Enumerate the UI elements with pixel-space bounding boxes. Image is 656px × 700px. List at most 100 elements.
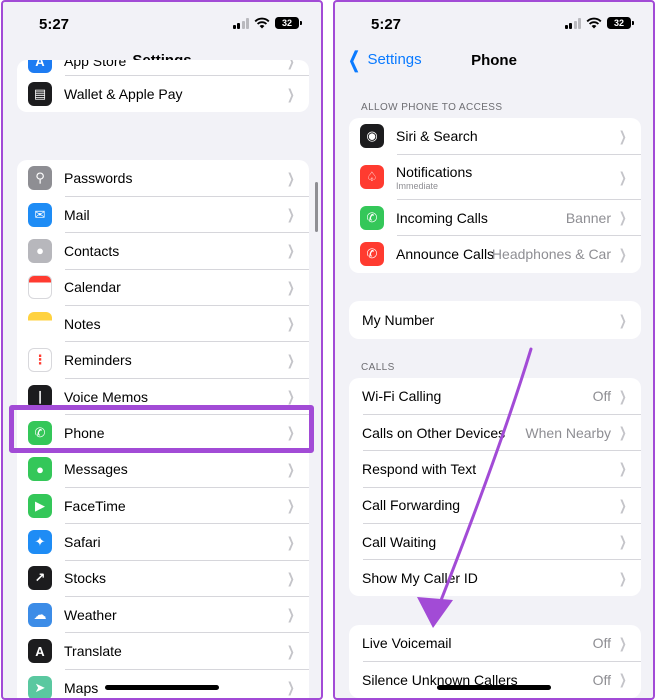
status-icons: 32 xyxy=(564,17,634,29)
settings-row-weather-text: Weather xyxy=(64,606,117,623)
phone-row-siri-search[interactable]: ◉ Siri & Search ❯ xyxy=(349,118,641,155)
settings-row-contacts-text: Contacts xyxy=(64,242,120,259)
phone-row-notifications[interactable]: ♤ Notifications Immediate ❯ xyxy=(349,155,641,200)
settings-row-passwords[interactable]: ⚲ Passwords ❯ xyxy=(17,160,309,197)
settings-row-contacts[interactable]: ● Contacts ❯ xyxy=(17,233,309,270)
phone-row-respond-with-text[interactable]: Respond with Text ❯ xyxy=(349,451,641,488)
settings-row-weather[interactable]: ☁ Weather ❯ xyxy=(17,597,309,634)
phone-row-respond-with-text-text: Respond with Text xyxy=(362,460,477,477)
chevron-right-icon: ❯ xyxy=(287,497,295,514)
chevron-right-icon: ❯ xyxy=(287,569,295,586)
phone-row-call-forwarding-label: Call Forwarding xyxy=(362,497,460,513)
settings-row-app-store-label: App Store xyxy=(64,60,126,69)
settings-row-notes-text: Notes xyxy=(64,315,101,332)
phone-row-announce-calls-label: Announce Calls xyxy=(396,246,494,262)
incoming-calls-icon: ✆ xyxy=(360,205,384,230)
home-indicator[interactable] xyxy=(105,685,219,690)
phone-row-call-waiting[interactable]: Call Waiting ❯ xyxy=(349,524,641,561)
phone-row-incoming-calls-label: Incoming Calls xyxy=(396,210,488,226)
chevron-right-icon: ❯ xyxy=(619,424,627,441)
chevron-right-icon: ❯ xyxy=(287,315,295,332)
section-header-calls: CALLS xyxy=(361,362,395,373)
battery-icon: 32 xyxy=(275,17,302,29)
chevron-right-icon: ❯ xyxy=(619,634,627,651)
phone-row-call-waiting-text: Call Waiting xyxy=(362,533,437,550)
settings-row-wallet-apple-pay[interactable]: ▤ Wallet & Apple Pay ❯ xyxy=(17,76,309,112)
siri-icon: ◉ xyxy=(360,124,384,149)
phone-row-my-number[interactable]: My Number ❯ xyxy=(349,301,641,339)
phone-row-calls-on-other-devices-label: Calls on Other Devices xyxy=(362,425,505,441)
settings-row-voice-memos-text: Voice Memos xyxy=(64,388,149,405)
scrollbar[interactable] xyxy=(315,182,318,232)
phone-row-show-my-caller-id[interactable]: Show My Caller ID ❯ xyxy=(349,560,641,596)
phone-row-incoming-calls-value: Banner xyxy=(565,209,611,226)
settings-row-reminders[interactable]: ⋮ Reminders ❯ xyxy=(17,342,309,379)
chevron-right-icon: ❯ xyxy=(619,209,627,226)
phone-row-call-waiting-label: Call Waiting xyxy=(362,534,436,550)
phone-row-call-forwarding-text: Call Forwarding xyxy=(362,497,461,514)
key-icon: ⚲ xyxy=(28,166,52,191)
phone-row-announce-calls-text: Announce Calls xyxy=(396,246,495,263)
phone-settings-screen: 5:27 32 ❮ Settings Phone ALLOW PHONE TO … xyxy=(333,0,655,700)
phone-row-siri-search-text: Siri & Search xyxy=(396,128,478,145)
stocks-icon: ↗ xyxy=(28,566,52,591)
phone-row-silence-unknown-callers[interactable]: Silence Unknown Callers Off ❯ xyxy=(349,662,641,699)
settings-row-wallet-apple-pay-text: Wallet & Apple Pay xyxy=(64,86,183,102)
mail-icon: ✉ xyxy=(28,202,52,227)
chevron-right-icon: ❯ xyxy=(287,169,295,186)
chevron-right-icon: ❯ xyxy=(619,671,627,688)
chevron-right-icon: ❯ xyxy=(287,642,295,659)
settings-row-stocks[interactable]: ↗ Stocks ❯ xyxy=(17,560,309,598)
settings-row-messages[interactable]: ● Messages ❯ xyxy=(17,451,309,488)
chevron-right-icon: ❯ xyxy=(619,460,627,477)
settings-row-safari-text: Safari xyxy=(64,534,101,551)
status-bar: 5:27 32 xyxy=(3,2,321,46)
settings-row-safari[interactable]: ✦ Safari ❯ xyxy=(17,524,309,561)
settings-row-voice-memos-label: Voice Memos xyxy=(64,389,148,405)
chevron-right-icon: ❯ xyxy=(287,533,295,550)
phone-row-calls-on-other-devices[interactable]: Calls on Other Devices When Nearby ❯ xyxy=(349,414,641,452)
phone-row-show-my-caller-id-label: Show My Caller ID xyxy=(362,570,478,586)
settings-row-translate[interactable]: A Translate ❯ xyxy=(17,633,309,670)
app-store-icon: A xyxy=(28,60,52,73)
settings-row-maps-label: Maps xyxy=(64,680,98,696)
settings-row-passwords-text: Passwords xyxy=(64,170,133,187)
settings-row-passwords-label: Passwords xyxy=(64,170,132,186)
settings-row-messages-text: Messages xyxy=(64,461,128,478)
settings-row-calendar-text: Calendar xyxy=(64,279,121,296)
settings-row-calendar[interactable]: Calendar ❯ xyxy=(17,269,309,306)
page-title: Phone xyxy=(471,52,517,69)
chevron-right-icon: ❯ xyxy=(287,85,295,102)
settings-row-mail-label: Mail xyxy=(64,207,90,223)
settings-row-reminders-text: Reminders xyxy=(64,352,132,369)
phone-row-call-forwarding[interactable]: Call Forwarding ❯ xyxy=(349,487,641,524)
settings-row-wallet-apple-pay-label: Wallet & Apple Pay xyxy=(64,86,183,102)
phone-row-calls-on-other-devices-value: When Nearby xyxy=(525,424,611,441)
phone-row-announce-calls[interactable]: ✆ Announce Calls Headphones & Car ❯ xyxy=(349,236,641,273)
settings-row-reminders-label: Reminders xyxy=(64,352,132,368)
settings-row-notes[interactable]: Notes ❯ xyxy=(17,306,309,343)
phone-row-notifications-label: Notifications Immediate xyxy=(396,164,472,191)
home-indicator[interactable] xyxy=(437,685,551,690)
weather-icon: ☁ xyxy=(28,602,52,627)
settings-row-notes-label: Notes xyxy=(64,316,101,332)
phone-row-wi-fi-calling-label: Wi-Fi Calling xyxy=(362,388,441,404)
notifications-icon: ♤ xyxy=(360,165,384,189)
section-header-access: ALLOW PHONE TO ACCESS xyxy=(361,102,503,113)
chevron-right-icon: ❯ xyxy=(287,242,295,259)
settings-row-facetime[interactable]: ▶ FaceTime ❯ xyxy=(17,488,309,525)
settings-row-mail-text: Mail xyxy=(64,206,90,223)
phone-row-live-voicemail[interactable]: Live Voicemail Off ❯ xyxy=(349,625,641,662)
settings-row-translate-label: Translate xyxy=(64,643,122,659)
chevron-right-icon: ❯ xyxy=(287,388,295,405)
phone-row-incoming-calls[interactable]: ✆ Incoming Calls Banner ❯ xyxy=(349,200,641,237)
chevron-right-icon: ❯ xyxy=(287,679,295,696)
settings-row-app-store[interactable]: A App Store ❯ xyxy=(17,60,309,76)
settings-row-messages-label: Messages xyxy=(64,461,128,477)
settings-row-mail[interactable]: ✉ Mail ❯ xyxy=(17,196,309,234)
phone-row-wi-fi-calling[interactable]: Wi-Fi Calling Off ❯ xyxy=(349,378,641,415)
battery-icon: 32 xyxy=(607,17,634,29)
facetime-icon: ▶ xyxy=(28,493,52,518)
settings-row-weather-label: Weather xyxy=(64,607,117,623)
chevron-right-icon: ❯ xyxy=(287,606,295,623)
